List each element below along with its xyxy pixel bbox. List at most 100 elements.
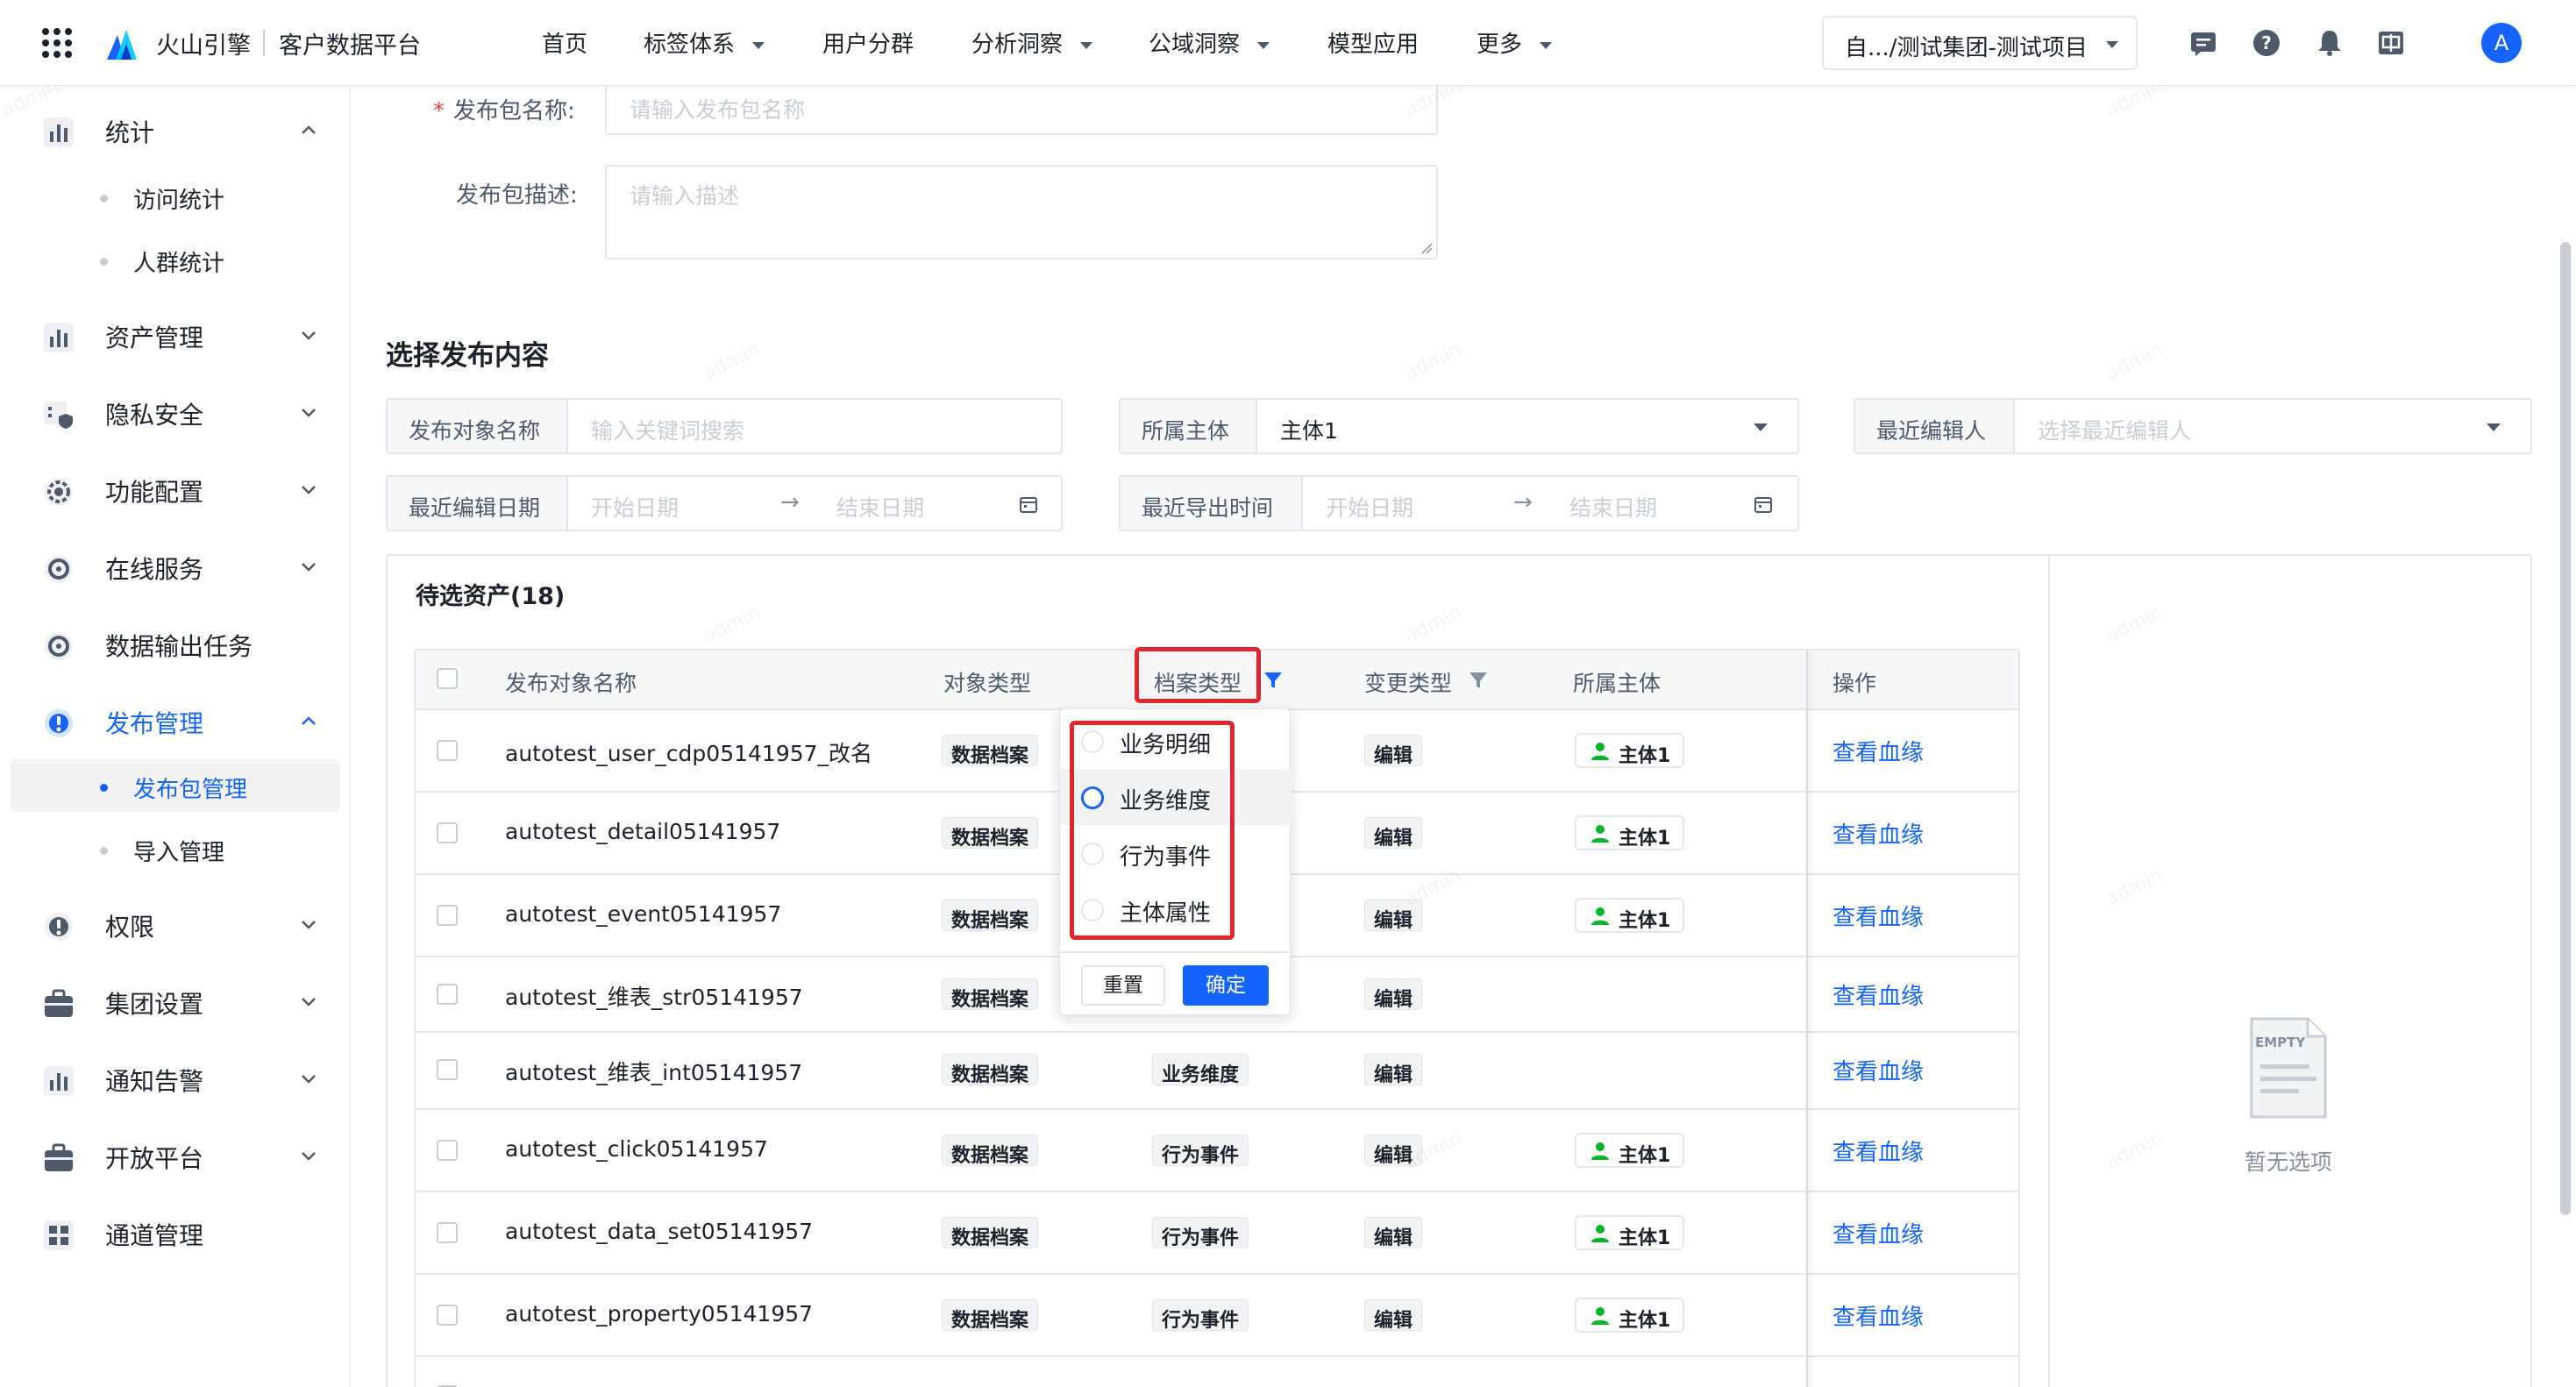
nav-public-insight[interactable]: 公域洞察 bbox=[1149, 26, 1270, 59]
nav-more[interactable]: 更多 bbox=[1477, 26, 1553, 59]
sidebar-subitem-visit-stats[interactable]: 访问统计 bbox=[0, 170, 351, 223]
view-lineage-link[interactable]: 查看血缘 bbox=[1832, 735, 1924, 767]
sidebar-item-asset-management[interactable]: 资产管理 bbox=[0, 302, 351, 363]
radio-button[interactable] bbox=[1081, 730, 1104, 753]
message-icon[interactable] bbox=[2188, 28, 2218, 58]
page-scrollbar[interactable] bbox=[2560, 242, 2571, 1215]
row-checkbox[interactable] bbox=[437, 740, 458, 761]
filter-label: 最近编辑日期 bbox=[388, 477, 568, 530]
nav-home[interactable]: 首页 bbox=[542, 26, 587, 59]
select-all-checkbox[interactable] bbox=[437, 668, 458, 689]
sidebar-item-publish-management[interactable]: 发布管理 bbox=[0, 687, 351, 749]
row-checkbox[interactable] bbox=[437, 984, 458, 1005]
dropdown-divider bbox=[1060, 951, 1292, 953]
app-grid-icon[interactable] bbox=[42, 28, 72, 58]
package-desc-textarea[interactable]: 请输入描述 bbox=[605, 165, 1438, 260]
subject-select-value[interactable]: 主体1 bbox=[1280, 414, 1338, 445]
project-selector[interactable]: 自.../测试集团-测试项目 bbox=[1822, 16, 2138, 70]
nav-model-app[interactable]: 模型应用 bbox=[1327, 26, 1419, 59]
end-date-input[interactable]: 结束日期 bbox=[836, 491, 924, 523]
sidebar-item-function-config[interactable]: 功能配置 bbox=[0, 456, 351, 517]
bell-icon[interactable] bbox=[2315, 28, 2345, 58]
view-lineage-link[interactable]: 查看血缘 bbox=[1832, 1054, 1924, 1086]
column-header-archive-type[interactable]: 档案类型 bbox=[1154, 666, 1242, 698]
sidebar-item-online-service[interactable]: 在线服务 bbox=[0, 533, 351, 594]
row-checkbox[interactable] bbox=[437, 1140, 458, 1161]
person-icon bbox=[1591, 1142, 1609, 1160]
calendar-icon[interactable] bbox=[1754, 494, 1773, 514]
sidebar-item-statistics[interactable]: 统计 bbox=[0, 96, 351, 158]
help-icon[interactable]: ? bbox=[2252, 28, 2281, 58]
row-checkbox[interactable] bbox=[437, 1222, 458, 1243]
view-lineage-link[interactable]: 查看血缘 bbox=[1832, 1217, 1924, 1249]
view-lineage-link[interactable]: 查看血缘 bbox=[1832, 978, 1924, 1011]
object-name: autotest_event05141957 bbox=[505, 901, 782, 927]
person-icon bbox=[1591, 907, 1609, 925]
sidebar: 统计 访问统计 人群统计 资产管理 隐私安全 功能配置 在线服务 数据输出任务 bbox=[0, 86, 351, 1387]
language-icon[interactable] bbox=[2376, 28, 2406, 58]
row-checkbox[interactable] bbox=[437, 822, 458, 843]
sidebar-item-data-export-task[interactable]: 数据输出任务 bbox=[0, 610, 351, 672]
radio-button[interactable] bbox=[1081, 899, 1104, 921]
row-checkbox[interactable] bbox=[437, 1305, 458, 1326]
edit-date-filter[interactable]: 最近编辑日期 开始日期 → 结束日期 bbox=[386, 475, 1063, 531]
confirm-button[interactable]: 确定 bbox=[1183, 965, 1269, 1006]
sidebar-item-label: 统计 bbox=[105, 118, 155, 147]
user-avatar[interactable]: A bbox=[2481, 23, 2522, 63]
editor-filter[interactable]: 最近编辑人 选择最近编辑人 bbox=[1854, 398, 2532, 454]
radio-button[interactable] bbox=[1081, 843, 1104, 865]
view-lineage-link[interactable]: 查看血缘 bbox=[1832, 817, 1924, 850]
sidebar-item-privacy-security[interactable]: 隐私安全 bbox=[0, 379, 351, 440]
person-icon bbox=[1591, 1307, 1609, 1325]
sidebar-subitem-import-management[interactable]: 导入管理 bbox=[0, 822, 351, 875]
object-name-filter[interactable]: 发布对象名称 输入关键词搜索 bbox=[386, 398, 1063, 454]
view-lineage-link[interactable]: 查看血缘 bbox=[1832, 1299, 1924, 1332]
sidebar-item-group-settings[interactable]: 集团设置 bbox=[0, 968, 351, 1029]
person-icon bbox=[1591, 743, 1609, 760]
nav-analysis[interactable]: 分析洞察 bbox=[971, 26, 1093, 59]
subject-filter[interactable]: 所属主体 主体1 bbox=[1119, 398, 1799, 454]
chevron-down-icon bbox=[1257, 41, 1270, 49]
view-lineage-link[interactable]: 查看血缘 bbox=[1832, 900, 1924, 932]
view-lineage-link[interactable]: 查看血缘 bbox=[1832, 1134, 1924, 1167]
radio-button[interactable] bbox=[1081, 786, 1104, 809]
bullet-icon bbox=[100, 784, 108, 792]
end-date-input[interactable]: 结束日期 bbox=[1569, 491, 1657, 523]
nav-tag-system[interactable]: 标签体系 bbox=[644, 26, 765, 59]
start-date-input[interactable]: 开始日期 bbox=[1326, 491, 1413, 523]
nav-user-segment[interactable]: 用户分群 bbox=[822, 26, 914, 59]
package-name-input[interactable]: 请输入发布包名称 bbox=[605, 79, 1438, 135]
filter-label: 所属主体 bbox=[1121, 400, 1257, 452]
editor-select-placeholder[interactable]: 选择最近编辑人 bbox=[2038, 414, 2191, 445]
sidebar-subitem-package-management[interactable]: 发布包管理 bbox=[11, 759, 340, 812]
row-checkbox[interactable] bbox=[437, 905, 458, 926]
sidebar-item-channel-management[interactable]: 通道管理 bbox=[0, 1199, 351, 1261]
bar-chart-icon bbox=[44, 1066, 74, 1096]
sidebar-item-notification-alert[interactable]: 通知告警 bbox=[0, 1045, 351, 1106]
package-desc-label: 发布包描述: bbox=[456, 182, 578, 209]
filter-icon[interactable] bbox=[1468, 670, 1489, 691]
package-name-label: * 发布包名称: bbox=[433, 98, 575, 124]
row-checkbox[interactable] bbox=[437, 1059, 458, 1080]
sidebar-item-label: 发布管理 bbox=[105, 709, 204, 738]
filter-icon-active[interactable] bbox=[1263, 670, 1284, 691]
export-time-filter[interactable]: 最近导出时间 开始日期 → 结束日期 bbox=[1119, 475, 1799, 531]
filter-option-subject-attribute[interactable]: 主体属性 bbox=[1060, 881, 1292, 937]
brand-name: 火山引擎 bbox=[156, 32, 251, 60]
sidebar-item-permission[interactable]: 权限 bbox=[0, 891, 351, 952]
filter-label: 最近编辑人 bbox=[1855, 400, 2015, 452]
empty-badge: EMPTY bbox=[2255, 1035, 2306, 1050]
calendar-icon[interactable] bbox=[1019, 494, 1038, 514]
object-name-search-input[interactable]: 输入关键词搜索 bbox=[591, 414, 744, 445]
filter-option-behavior-event[interactable]: 行为事件 bbox=[1060, 825, 1292, 881]
chevron-down-icon bbox=[302, 1152, 316, 1161]
archive-type-filter-dropdown: 业务明细 业务维度 行为事件 主体属性 重置 确定 bbox=[1059, 708, 1292, 1015]
sidebar-item-open-platform[interactable]: 开放平台 bbox=[0, 1122, 351, 1184]
sidebar-subitem-crowd-stats[interactable]: 人群统计 bbox=[0, 233, 351, 286]
reset-button[interactable]: 重置 bbox=[1081, 965, 1165, 1006]
sidebar-item-label: 开放平台 bbox=[105, 1144, 204, 1173]
filter-option-business-detail[interactable]: 业务明细 bbox=[1060, 713, 1292, 769]
resize-handle-icon[interactable] bbox=[1420, 242, 1433, 254]
filter-option-business-dimension[interactable]: 业务维度 bbox=[1060, 769, 1292, 825]
start-date-input[interactable]: 开始日期 bbox=[591, 491, 679, 523]
